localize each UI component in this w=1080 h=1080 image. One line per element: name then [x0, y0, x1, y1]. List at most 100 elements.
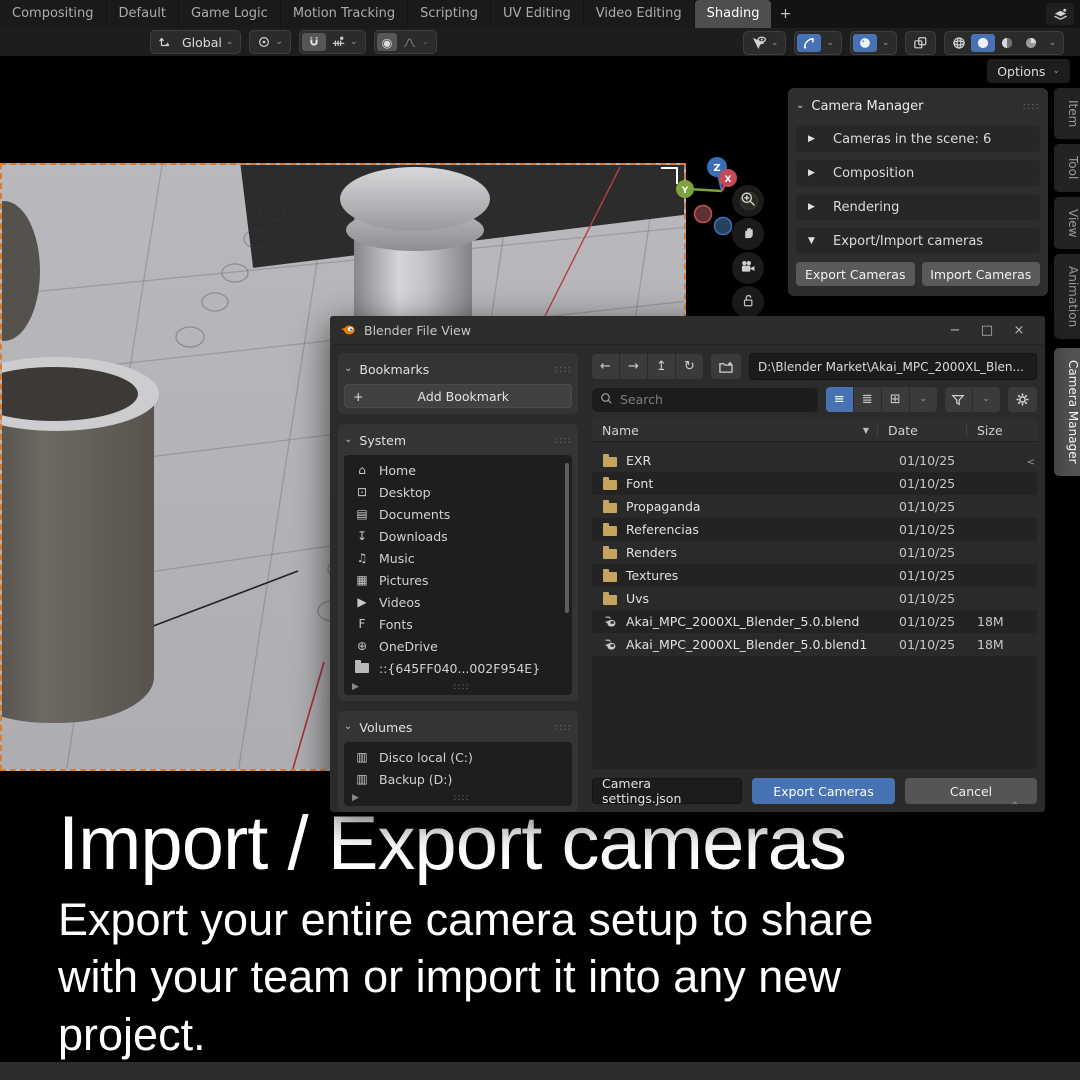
file-row[interactable]: Uvs 01/10/25: [592, 587, 1037, 610]
file-row[interactable]: Font 01/10/25: [592, 472, 1037, 495]
camera-view-button[interactable]: [732, 252, 764, 284]
workspace-tab[interactable]: Video Editing: [584, 0, 694, 28]
resize-grip[interactable]: ::::: [359, 793, 564, 803]
directory-path-field[interactable]: D:\Blender Market\Akai_MPC_2000XL_Blen..…: [749, 353, 1037, 380]
sort-desc-icon[interactable]: ▼: [863, 426, 877, 435]
material-preview-button[interactable]: [995, 34, 1019, 52]
snap-toggle[interactable]: [302, 33, 326, 51]
system-list-item[interactable]: ▶ Videos: [344, 591, 572, 613]
volume-list-item[interactable]: ▥ Disco local (C:): [344, 746, 572, 768]
panel-drag-handle[interactable]: ::::: [555, 435, 572, 446]
export-cameras-confirm-button[interactable]: Export Cameras: [752, 778, 895, 804]
file-row[interactable]: EXR 01/10/25: [592, 449, 1037, 472]
view-layer-icon[interactable]: [1046, 3, 1074, 25]
file-row[interactable]: Akai_MPC_2000XL_Blender_5.0.blend 01/10/…: [592, 610, 1037, 633]
maximize-button[interactable]: □: [971, 323, 1003, 338]
xray-toggle[interactable]: [908, 34, 933, 52]
file-browser-settings-button[interactable]: [1008, 387, 1037, 412]
close-button[interactable]: ×: [1003, 323, 1035, 338]
filter-button[interactable]: [945, 387, 972, 412]
workspace-tab[interactable]: Scripting: [408, 0, 490, 28]
minimize-button[interactable]: −: [939, 323, 971, 338]
column-size[interactable]: Size: [977, 423, 1027, 438]
snap-settings-dropdown[interactable]: ⌄: [326, 33, 363, 51]
workspace-tab[interactable]: Motion Tracking: [281, 0, 407, 28]
file-row[interactable]: Akai_MPC_2000XL_Blender_5.0.blend1 01/10…: [592, 633, 1037, 656]
sidebar-tab[interactable]: Animation: [1054, 254, 1080, 339]
pivot-point-dropdown[interactable]: ⌄: [252, 33, 288, 51]
transform-orientation-dropdown[interactable]: Global⌄: [177, 33, 238, 51]
show-overlays-toggle[interactable]: [853, 34, 877, 52]
workspace-tab[interactable]: UV Editing: [491, 0, 583, 28]
forward-button[interactable]: →: [620, 354, 647, 379]
sidebar-tab[interactable]: Camera Manager: [1054, 348, 1080, 476]
refresh-button[interactable]: ↻: [676, 354, 703, 379]
resize-grip[interactable]: ::::: [359, 682, 564, 692]
subpanel-header[interactable]: ▶ Cameras in the scene: 6: [796, 126, 1040, 152]
volume-list-item[interactable]: ▥ Backup (D:): [344, 768, 572, 790]
column-divider[interactable]: [966, 423, 967, 437]
panel-drag-handle[interactable]: ::::: [555, 722, 572, 733]
selectability-dropdown[interactable]: ⌄: [746, 34, 784, 52]
file-row[interactable]: Renders 01/10/25: [592, 541, 1037, 564]
system-list-item[interactable]: ⊕ OneDrive: [344, 635, 572, 657]
panel-drag-handle[interactable]: ::::: [555, 364, 572, 375]
subpanel-header[interactable]: ▼ Export/Import cameras: [796, 228, 1040, 254]
overlays-dropdown[interactable]: ⌄: [877, 34, 895, 52]
search-input[interactable]: Search: [592, 388, 818, 412]
volumes-header[interactable]: ⌄ Volumes ::::: [344, 717, 572, 737]
bookmarks-header[interactable]: ⌄ Bookmarks ::::: [344, 359, 572, 379]
vertical-list-view-button[interactable]: ≡: [826, 387, 853, 412]
expand-arrow-icon[interactable]: ▶: [352, 793, 359, 803]
rendered-shading-button[interactable]: [1019, 34, 1043, 52]
options-button[interactable]: Options⌄: [987, 59, 1070, 83]
back-button[interactable]: ←: [592, 354, 619, 379]
thumbnail-view-button[interactable]: ⊞: [882, 387, 909, 412]
column-name[interactable]: Name: [602, 423, 639, 438]
export-cameras-button[interactable]: Export Cameras: [796, 262, 915, 286]
filter-settings-dropdown[interactable]: ⌄: [973, 387, 1000, 412]
subpanel-header[interactable]: ▶ Rendering: [796, 194, 1040, 220]
wireframe-shading-button[interactable]: [947, 34, 971, 52]
sidebar-tab[interactable]: View: [1054, 197, 1080, 249]
panel-drag-handle[interactable]: ::::: [1023, 101, 1040, 112]
sidebar-tab[interactable]: Tool: [1054, 144, 1080, 191]
column-date[interactable]: Date: [888, 423, 966, 438]
display-settings-dropdown[interactable]: ⌄: [910, 387, 937, 412]
column-divider[interactable]: [877, 423, 878, 437]
sidebar-tab[interactable]: Item: [1054, 88, 1080, 139]
system-list-item[interactable]: ⊡ Desktop: [344, 481, 572, 503]
horizontal-list-view-button[interactable]: ≣: [854, 387, 881, 412]
parent-directory-button[interactable]: ↥: [648, 354, 675, 379]
workspace-tab[interactable]: Default: [107, 0, 179, 28]
add-bookmark-button[interactable]: + Add Bookmark: [344, 384, 572, 408]
system-list-item[interactable]: ::{645FF040...002F954E}: [344, 657, 572, 679]
file-row[interactable]: Propaganda 01/10/25: [592, 495, 1037, 518]
solid-shading-button[interactable]: [971, 34, 995, 52]
add-workspace-button[interactable]: +: [772, 0, 798, 28]
lock-view-button[interactable]: [732, 286, 764, 318]
scroll-left-icon[interactable]: <: [1027, 457, 1035, 468]
subpanel-header[interactable]: ▶ Composition: [796, 160, 1040, 186]
proportional-edit-toggle[interactable]: ◉: [377, 33, 398, 51]
create-new-directory-button[interactable]: [711, 354, 741, 379]
workspace-tab[interactable]: Compositing: [0, 0, 106, 28]
system-list-item[interactable]: F Fonts: [344, 613, 572, 635]
caret-up-icon[interactable]: ⌃: [1011, 801, 1019, 812]
system-scrollbar[interactable]: [565, 463, 569, 613]
show-gizmo-toggle[interactable]: [797, 34, 821, 52]
system-header[interactable]: ⌄ System ::::: [344, 430, 572, 450]
shading-dropdown[interactable]: ⌄: [1043, 34, 1061, 52]
camera-manager-header[interactable]: ⌄ Camera Manager ::::: [796, 94, 1040, 118]
window-titlebar[interactable]: Blender File View − □ ×: [330, 316, 1045, 345]
system-list-item[interactable]: ▦ Pictures: [344, 569, 572, 591]
workspace-tab[interactable]: Game Logic: [179, 0, 280, 28]
system-list-item[interactable]: ⌂ Home: [344, 459, 572, 481]
import-cameras-button[interactable]: Import Cameras: [922, 262, 1041, 286]
system-list-item[interactable]: ↧ Downloads: [344, 525, 572, 547]
system-list-item[interactable]: ▤ Documents: [344, 503, 572, 525]
gizmo-dropdown[interactable]: ⌄: [821, 34, 839, 52]
pan-hand-button[interactable]: [732, 218, 764, 250]
file-row[interactable]: Referencias 01/10/25: [592, 518, 1037, 541]
zoom-button[interactable]: [732, 185, 764, 217]
